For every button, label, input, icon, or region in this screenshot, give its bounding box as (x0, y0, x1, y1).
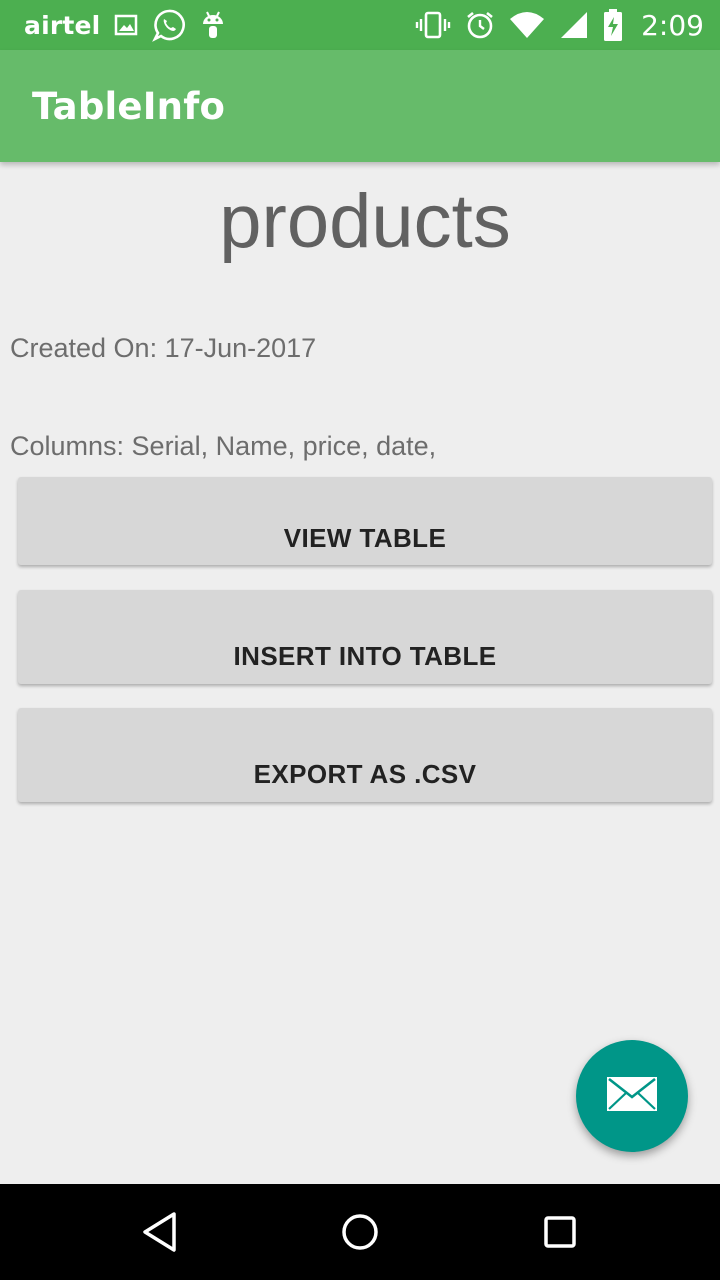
image-icon (114, 14, 138, 36)
insert-into-table-button[interactable]: INSERT INTO TABLE (18, 590, 712, 684)
alarm-icon (465, 10, 495, 40)
columns-text: Columns: Serial, Name, price, date, (10, 431, 437, 461)
view-table-button[interactable]: VIEW TABLE (18, 477, 712, 565)
wifi-icon (509, 11, 545, 39)
screen: airtel 2:09 TableInfo products Created O… (0, 0, 720, 1280)
table-name-heading: products (219, 179, 511, 264)
status-bar: airtel 2:09 (0, 0, 720, 50)
status-left: airtel (24, 8, 240, 42)
whatsapp-icon (152, 8, 186, 42)
email-fab-button[interactable] (576, 1040, 688, 1152)
status-right: 2:09 (415, 9, 704, 42)
email-icon (606, 1076, 658, 1116)
carrier-label: airtel (24, 10, 101, 40)
signal-icon (559, 10, 589, 40)
created-on-text: Created On: 17-Jun-2017 (10, 333, 317, 363)
vibrate-icon (415, 10, 451, 40)
clock: 2:09 (641, 8, 704, 42)
export-csv-button[interactable]: EXPORT AS .CSV (18, 708, 712, 802)
android-icon (200, 10, 226, 40)
battery-charging-icon (603, 9, 623, 41)
navigation-bar (0, 1184, 720, 1280)
app-title: TableInfo (32, 84, 226, 128)
app-bar: TableInfo (0, 50, 720, 162)
back-icon[interactable] (138, 1210, 182, 1254)
recent-apps-icon[interactable] (538, 1210, 582, 1254)
home-icon[interactable] (338, 1210, 382, 1254)
